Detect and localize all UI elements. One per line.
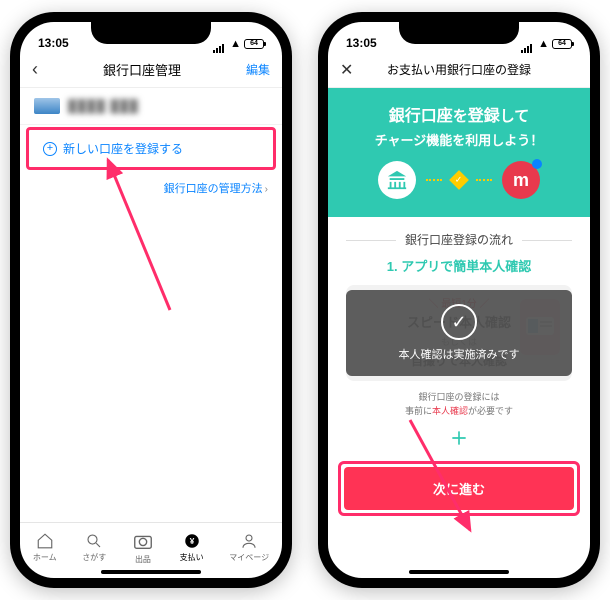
- status-time: 13:05: [38, 36, 69, 50]
- status-right: ▲ 64: [213, 38, 264, 50]
- tab-home[interactable]: ホーム: [33, 532, 57, 563]
- dash-icon: [426, 179, 442, 181]
- hero-banner: 銀行口座を登録して チャージ機能を利用しよう！ ✓ m: [328, 88, 590, 217]
- hero-subtitle: チャージ機能を利用しよう！: [336, 130, 582, 149]
- tab-sell[interactable]: 出品: [132, 530, 154, 565]
- screen-right: 13:05 ▲ 64 ✕ お支払い用銀行口座の登録 銀行口座を登録して チャージ…: [328, 22, 590, 578]
- tab-search[interactable]: さがす: [82, 532, 106, 563]
- hero-icons: ✓ m: [336, 161, 582, 199]
- person-icon: [240, 532, 258, 550]
- content-right: 銀行口座を登録して チャージ機能を利用しよう！ ✓ m 銀行口座登録の流れ 1.…: [328, 88, 590, 578]
- nav-bar-left: ‹ 銀行口座管理 編集: [20, 52, 282, 88]
- overlay-text: 本人確認は実施済みです: [354, 346, 564, 362]
- plus-circle-icon: +: [43, 142, 57, 156]
- chevron-right-icon: ›: [265, 184, 268, 195]
- back-button[interactable]: ‹: [32, 59, 38, 80]
- close-button[interactable]: ✕: [340, 60, 360, 80]
- phone-mockup-right: 13:05 ▲ 64 ✕ お支払い用銀行口座の登録 銀行口座を登録して チャージ…: [318, 12, 600, 588]
- screen-left: 13:05 ▲ 64 ‹ 銀行口座管理 編集 ████ ███ + 新しい口座を…: [20, 22, 282, 578]
- content-left: ████ ███ + 新しい口座を登録する 銀行口座の管理方法›: [20, 88, 282, 522]
- highlight-cta: 次に進む: [338, 461, 580, 516]
- home-indicator: [409, 570, 509, 574]
- wifi-icon: ▲: [230, 38, 241, 50]
- wifi-icon: ▲: [538, 38, 549, 50]
- step-1-title: 1. アプリで簡単本人確認: [328, 256, 590, 275]
- check-circle-icon: ✓: [441, 304, 477, 340]
- tab-search-label: さがす: [82, 552, 106, 563]
- battery-icon: 64: [244, 39, 264, 49]
- svg-text:¥: ¥: [189, 537, 194, 546]
- battery-icon: 64: [552, 39, 572, 49]
- manage-accounts-link[interactable]: 銀行口座の管理方法›: [20, 172, 282, 204]
- note-text: 銀行口座の登録には 事前に本人確認が必要です: [328, 391, 590, 418]
- verified-overlay: ✓ 本人確認は実施済みです: [346, 290, 572, 376]
- tab-pay[interactable]: ¥ 支払い: [180, 532, 204, 563]
- verified-diamond-icon: ✓: [449, 170, 469, 190]
- add-account-label: 新しい口座を登録する: [63, 140, 183, 157]
- tab-home-label: ホーム: [33, 552, 57, 563]
- edit-button[interactable]: 編集: [246, 61, 270, 78]
- status-right: ▲ 64: [521, 38, 572, 50]
- search-icon: [85, 532, 103, 550]
- card-wrapper: ＼ 最短1分 ／ スピード本人確認 もしくは 自撮りで本人確認 ✓ 本人確認は実…: [328, 285, 590, 381]
- account-row[interactable]: ████ ███: [20, 88, 282, 125]
- next-button[interactable]: 次に進む: [344, 467, 574, 510]
- home-icon: [36, 532, 54, 550]
- notch: [399, 22, 519, 44]
- tab-mypage[interactable]: マイページ: [229, 532, 269, 563]
- status-time: 13:05: [346, 36, 377, 50]
- add-account-button[interactable]: + 新しい口座を登録する: [29, 130, 273, 167]
- nav-bar-right: ✕ お支払い用銀行口座の登録: [328, 52, 590, 88]
- highlight-add-account: + 新しい口座を登録する: [26, 127, 276, 170]
- manage-accounts-label: 銀行口座の管理方法: [164, 183, 263, 195]
- tab-mypage-label: マイページ: [229, 552, 269, 563]
- tab-sell-label: 出品: [135, 554, 151, 565]
- hero-title: 銀行口座を登録して: [336, 102, 582, 126]
- notch: [91, 22, 211, 44]
- plus-icon: [449, 428, 469, 448]
- mercari-circle-icon: m: [502, 161, 540, 199]
- hero-word-bank: 銀行口座: [389, 108, 453, 125]
- bank-logo-icon: [34, 98, 60, 114]
- page-title: 銀行口座管理: [103, 60, 181, 79]
- signal-icon: [521, 39, 535, 49]
- yen-icon: ¥: [183, 532, 201, 550]
- tab-pay-label: 支払い: [180, 552, 204, 563]
- flow-section-label: 銀行口座登録の流れ: [328, 231, 590, 248]
- dash-icon: [476, 179, 492, 181]
- bank-circle-icon: [378, 161, 416, 199]
- plus-divider: [328, 428, 590, 453]
- phone-mockup-left: 13:05 ▲ 64 ‹ 銀行口座管理 編集 ████ ███ + 新しい口座を…: [10, 12, 292, 588]
- home-indicator: [101, 570, 201, 574]
- step-number: 1.: [387, 259, 398, 274]
- page-title: お支払い用銀行口座の登録: [360, 61, 558, 78]
- signal-icon: [213, 39, 227, 49]
- step-text: アプリで簡単本人確認: [401, 259, 531, 274]
- hero-word-register: 登録: [468, 108, 500, 125]
- camera-icon: [132, 530, 154, 552]
- account-name-masked: ████ ███: [68, 99, 139, 113]
